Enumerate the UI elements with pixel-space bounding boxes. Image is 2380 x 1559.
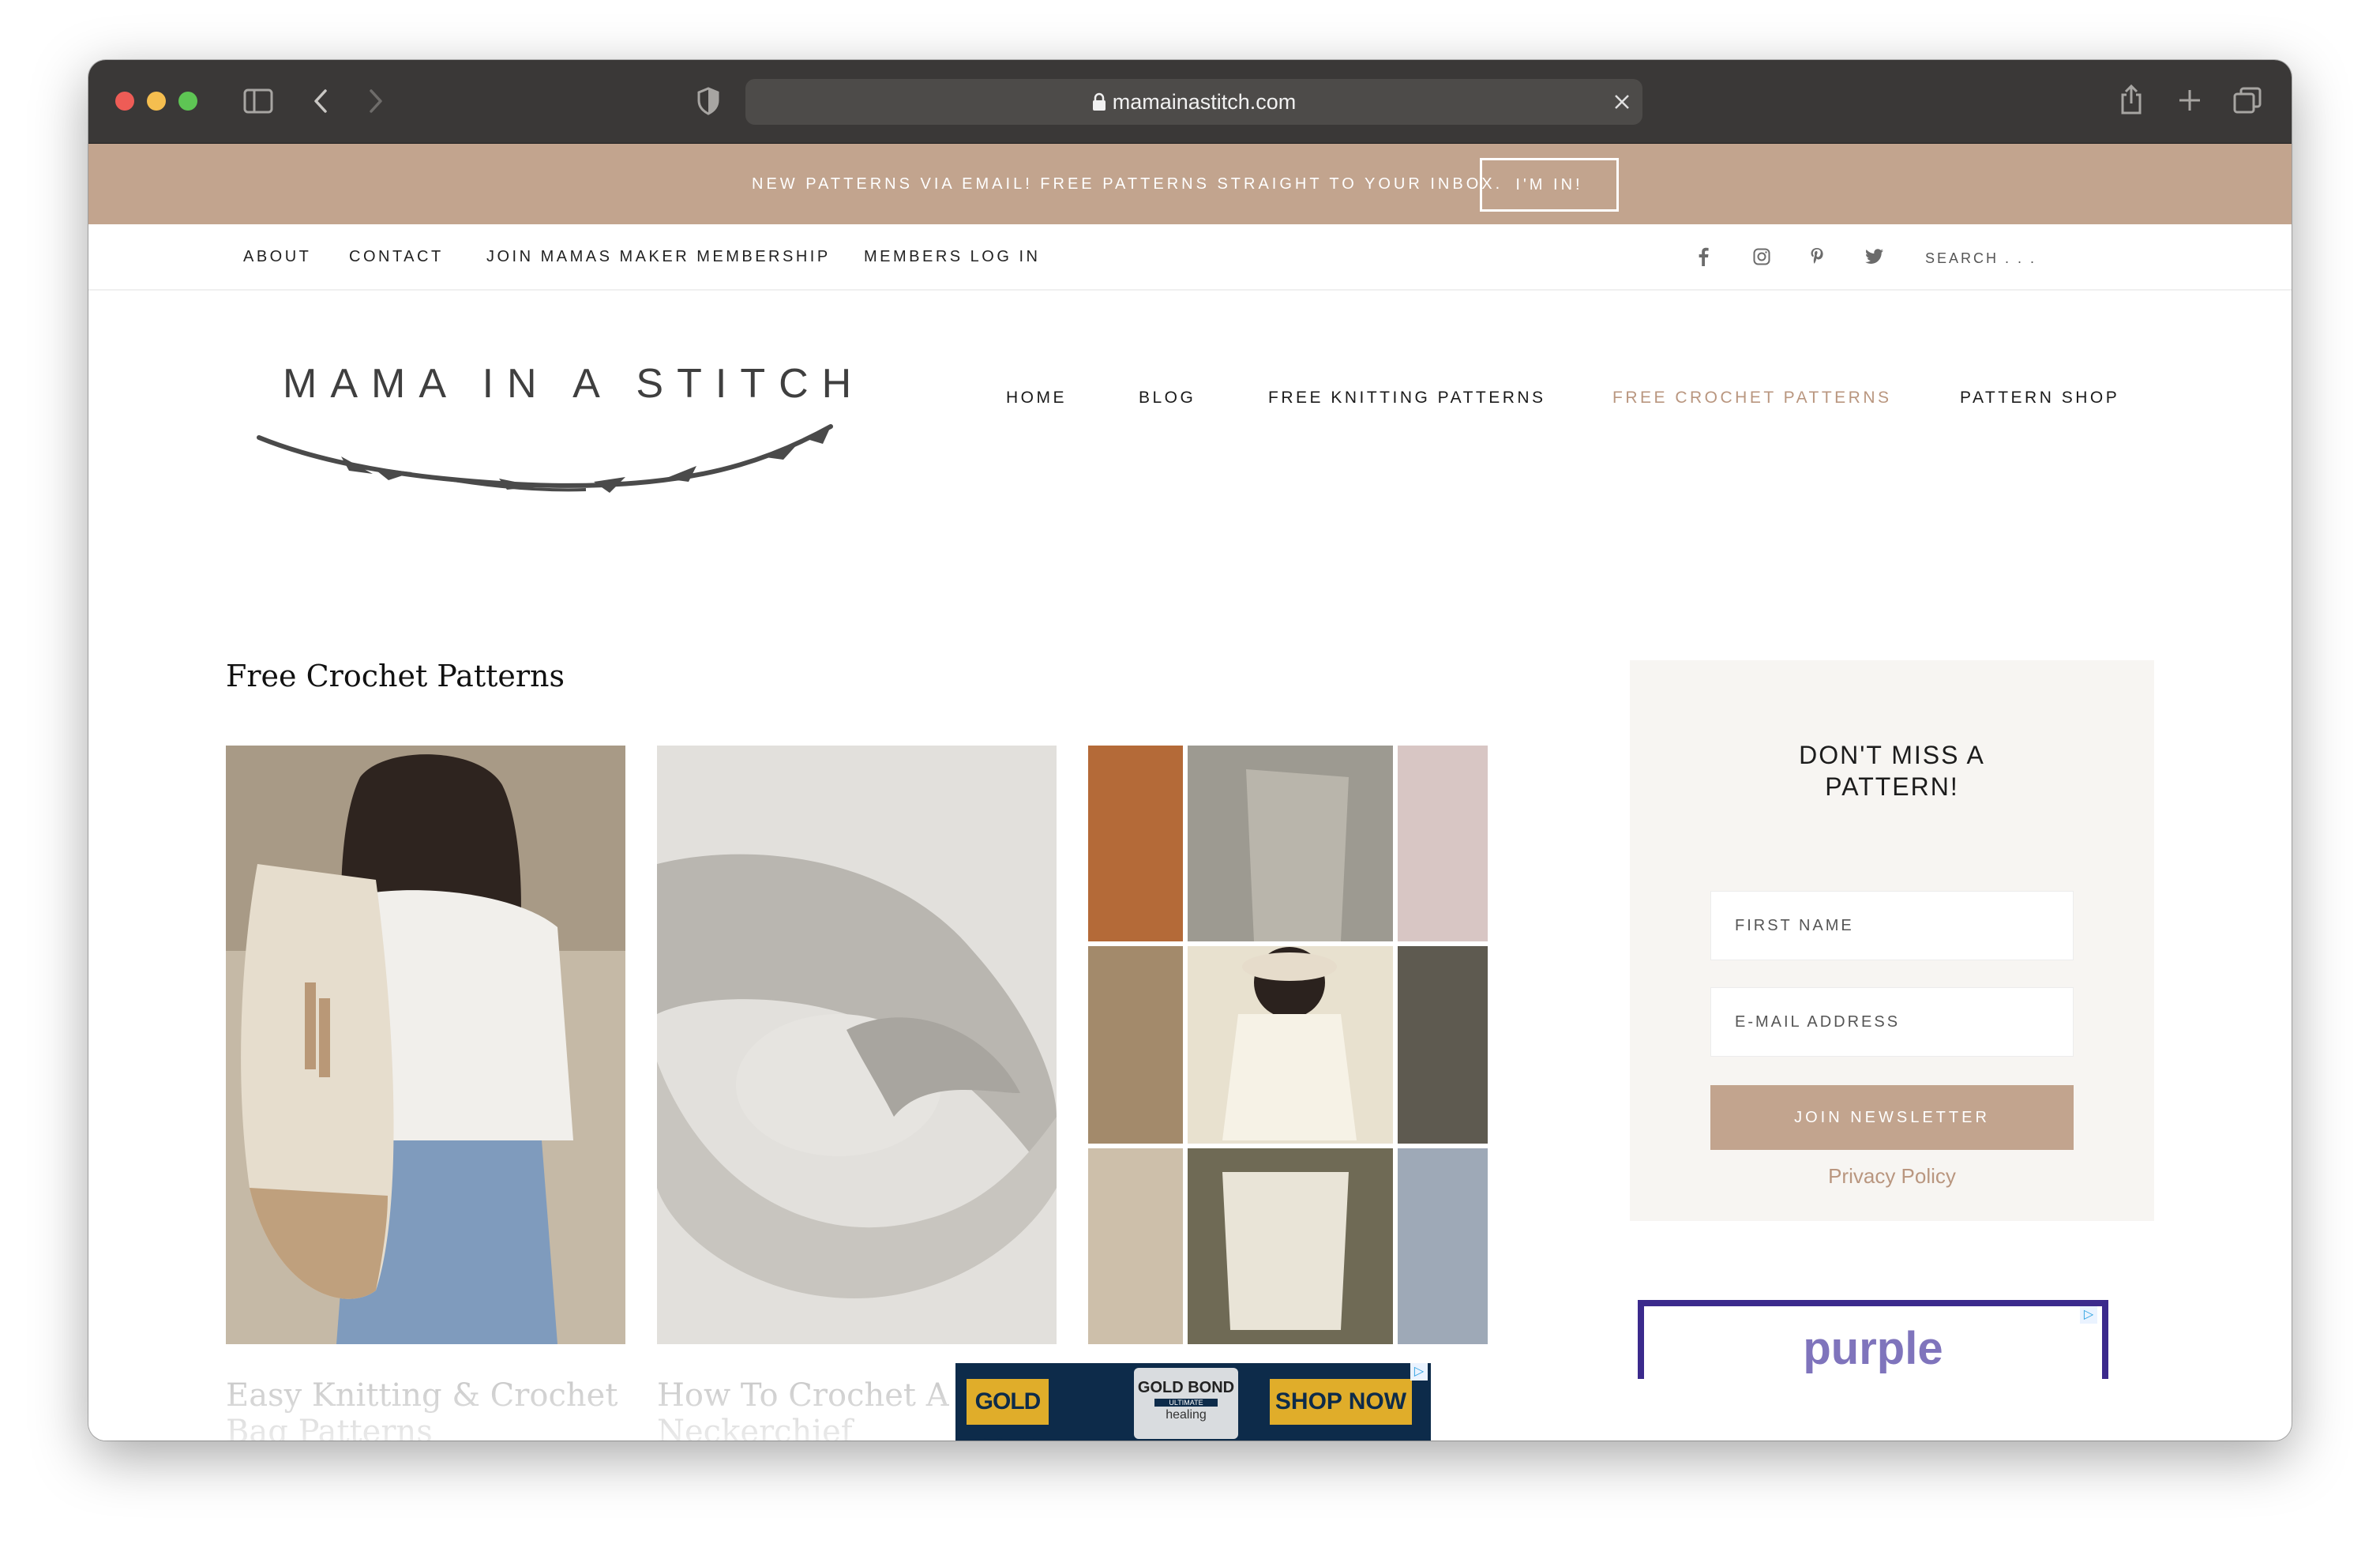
- minimize-window-button[interactable]: [147, 92, 166, 111]
- nav-home[interactable]: HOME: [1006, 389, 1067, 408]
- nav-members-login[interactable]: MEMBERS LOG IN: [864, 224, 1040, 289]
- page-title: Free Crochet Patterns: [226, 659, 565, 693]
- zoom-window-button[interactable]: [178, 92, 197, 111]
- lock-icon: [1092, 92, 1106, 111]
- nav-free-knitting-patterns[interactable]: FREE KNITTING PATTERNS: [1268, 389, 1546, 408]
- instagram-icon[interactable]: [1753, 224, 1770, 289]
- email-field[interactable]: [1710, 987, 2074, 1057]
- collage-photo: [1088, 746, 1488, 1344]
- share-icon[interactable]: [2119, 84, 2143, 115]
- branch-icon: [257, 424, 833, 493]
- utility-nav: ABOUT CONTACT JOIN MAMAS MAKER MEMBERSHI…: [88, 224, 2292, 291]
- nav-pattern-shop[interactable]: PATTERN SHOP: [1960, 389, 2119, 408]
- neckerchief-photo: [657, 746, 1057, 1344]
- nav-join-membership[interactable]: JOIN MAMAS MAKER MEMBERSHIP: [486, 224, 831, 289]
- post-thumbnail[interactable]: [1088, 746, 1488, 1344]
- browser-window: mamainastitch.com NEW PATTERNS VIA EMAIL…: [88, 60, 2292, 1441]
- browser-toolbar: mamainastitch.com: [88, 60, 2292, 144]
- back-icon[interactable]: [311, 88, 330, 114]
- search-input[interactable]: [1924, 243, 2069, 273]
- close-window-button[interactable]: [115, 92, 134, 111]
- bag-photo: [226, 746, 625, 1344]
- ad-choices-icon[interactable]: ▷: [2080, 1306, 2097, 1324]
- newsletter-heading: DON'T MISS A PATTERN!: [1799, 741, 1985, 801]
- url-text: mamainastitch.com: [1112, 90, 1297, 114]
- pinterest-icon[interactable]: [1810, 224, 1824, 289]
- newsletter-promo-banner: NEW PATTERNS VIA EMAIL! FREE PATTERNS ST…: [88, 144, 2292, 224]
- ad-product-image: GOLD BOND ULTIMATE healing: [1134, 1368, 1238, 1439]
- shop-now-button[interactable]: SHOP NOW: [1270, 1379, 1412, 1425]
- twitter-icon[interactable]: [1865, 224, 1884, 289]
- nav-contact[interactable]: CONTACT: [349, 224, 444, 289]
- sidebar-ad[interactable]: ▷ purple: [1638, 1300, 2108, 1379]
- url-display: mamainastitch.com: [745, 79, 1642, 125]
- tabs-icon[interactable]: [2233, 87, 2262, 114]
- first-name-field[interactable]: [1710, 891, 2074, 960]
- post-thumbnail[interactable]: [657, 746, 1057, 1344]
- shield-icon[interactable]: [696, 87, 720, 115]
- ad-left-panel: GOLD BOND: [967, 1379, 1049, 1441]
- nav-blog[interactable]: BLOG: [1139, 389, 1196, 408]
- ad-choices-icon[interactable]: ▷: [1410, 1363, 1428, 1381]
- bottom-banner-ad[interactable]: GOLD BOND GOLD BOND ULTIMATE healing SHO…: [955, 1363, 1431, 1441]
- post-thumbnail[interactable]: [226, 746, 625, 1344]
- privacy-policy-link[interactable]: Privacy Policy: [1630, 1164, 2154, 1189]
- promo-signup-button[interactable]: I'M IN!: [1480, 158, 1619, 212]
- nav-about[interactable]: ABOUT: [243, 224, 311, 289]
- ad-brand-text: purple: [1803, 1323, 1943, 1374]
- close-icon[interactable]: [1612, 92, 1631, 111]
- nav-free-crochet-patterns[interactable]: FREE CROCHET PATTERNS: [1612, 389, 1892, 408]
- address-bar[interactable]: mamainastitch.com: [745, 79, 1642, 125]
- facebook-icon[interactable]: [1698, 224, 1709, 289]
- forward-icon[interactable]: [366, 88, 385, 114]
- promo-text: NEW PATTERNS VIA EMAIL! FREE PATTERNS ST…: [752, 175, 1503, 193]
- post-title[interactable]: Easy Knitting & Crochet Bag Patterns: [226, 1377, 625, 1441]
- new-tab-icon[interactable]: [2178, 88, 2202, 112]
- newsletter-widget: DON'T MISS A PATTERN! JOIN NEWSLETTER Pr…: [1630, 660, 2154, 1221]
- site-logo[interactable]: MAMA IN A STITCH: [283, 360, 865, 408]
- join-newsletter-button[interactable]: JOIN NEWSLETTER: [1710, 1085, 2074, 1150]
- sidebar-icon[interactable]: [243, 88, 273, 114]
